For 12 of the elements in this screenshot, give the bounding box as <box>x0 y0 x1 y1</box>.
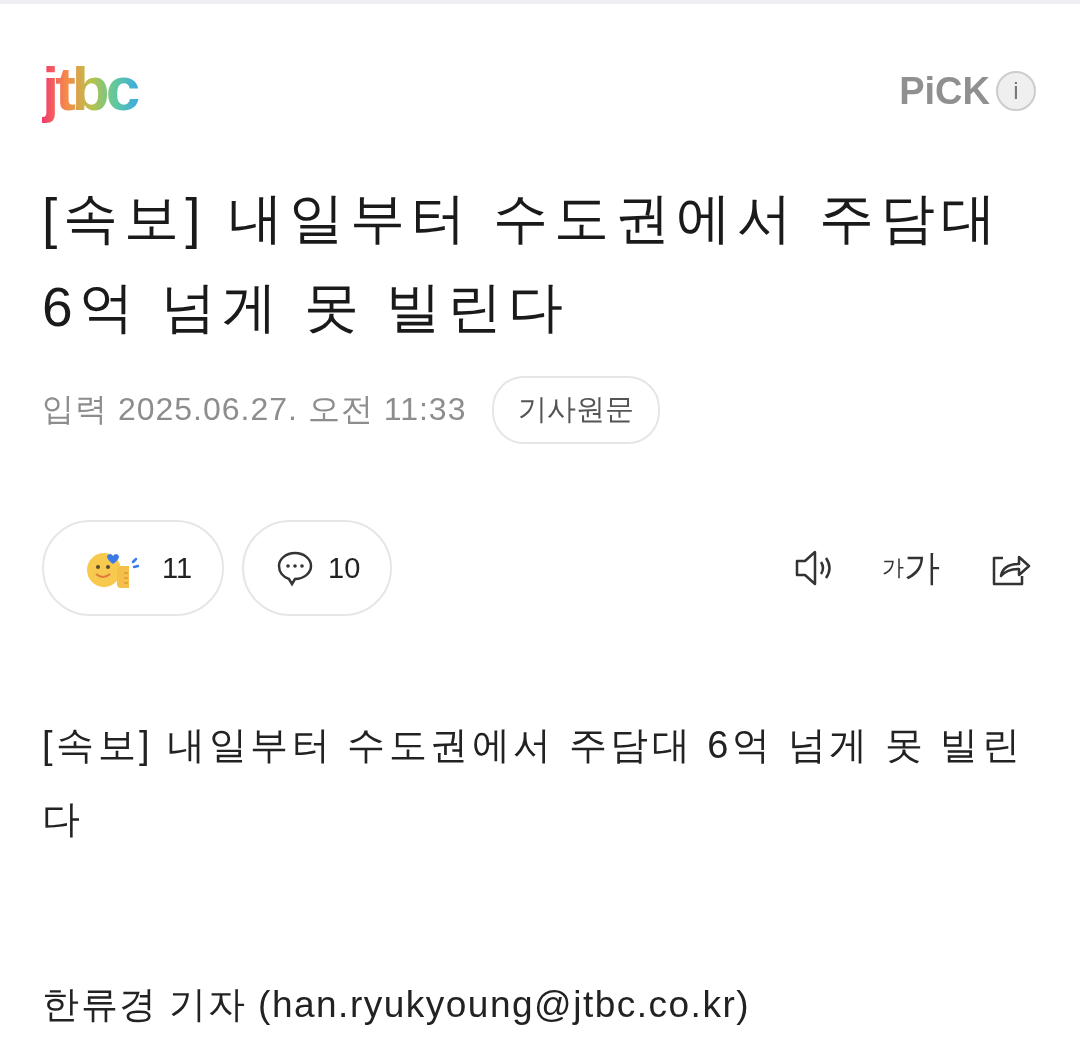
pick-label: PiCK <box>899 69 990 113</box>
headline: [속보] 내일부터 수도권에서 주담대 6억 넘게 못 빌린다 <box>42 186 1004 340</box>
original-article-button[interactable]: 기사원문 <box>492 376 661 444</box>
speaker-icon <box>794 548 834 588</box>
info-button[interactable]: i <box>996 71 1036 111</box>
byline: 한류경 기자 (han.ryukyoung@jtbc.co.kr) <box>42 983 752 1027</box>
audio-button[interactable] <box>794 548 834 588</box>
publish-date: 입력 2025.06.27. 오전 11:33 <box>42 390 467 429</box>
reaction-button[interactable]: 11 <box>42 520 225 616</box>
font-size-button[interactable]: 가가 <box>882 543 940 593</box>
comment-button[interactable]: 10 <box>242 520 393 616</box>
article-body: [속보] 내일부터 수도권에서 주담대 6억 넘게 못 빌린다 <box>42 723 1025 842</box>
